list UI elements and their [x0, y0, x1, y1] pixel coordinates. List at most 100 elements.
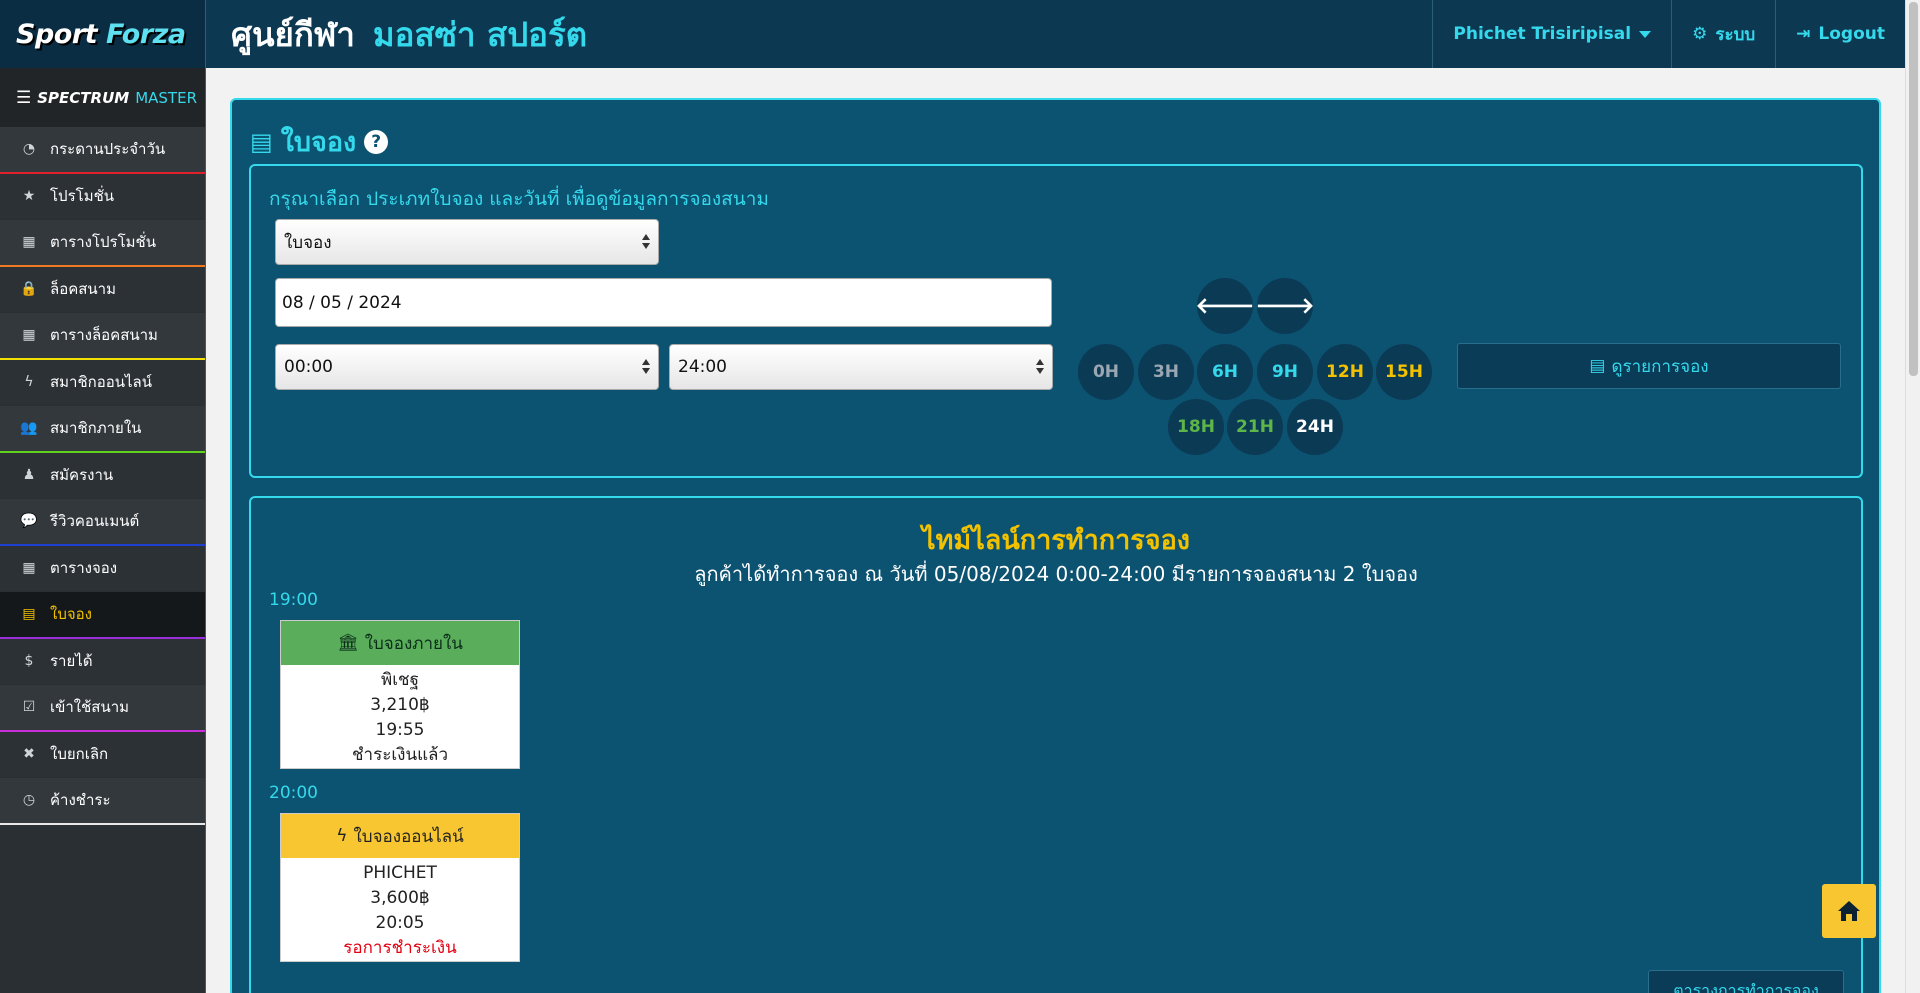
- booking-type-value: ใบจอง: [284, 232, 332, 253]
- caret-down-icon: [1639, 30, 1652, 38]
- hour-button-21h[interactable]: 21H: [1227, 399, 1283, 455]
- dollar-icon: $: [24, 653, 34, 670]
- page-scrollbar[interactable]: [1905, 0, 1920, 993]
- close-icon: ✖: [23, 746, 35, 763]
- booking-status: ชำระเงินแล้ว: [352, 745, 448, 765]
- sidebar-item[interactable]: $ รายได้: [0, 638, 205, 685]
- user-tie-icon: ♟: [22, 467, 36, 484]
- page-title: ▤ ใบจอง ?: [250, 120, 389, 163]
- user-menu-dropdown[interactable]: Phichet Trisiripisal: [1432, 0, 1671, 68]
- bank-icon: 🏛: [337, 633, 359, 653]
- sidebar-menu: ◔ กระดานประจำวัน ★ โปรโมชั่น ▦ ตารางโปรโมชั่น…: [0, 127, 205, 825]
- table-icon: ▦: [22, 327, 36, 344]
- table-icon: ▦: [22, 234, 36, 251]
- hour-button-6h[interactable]: 6H: [1197, 344, 1253, 400]
- sidebar-item[interactable]: 🔒 ล็อคสนาม: [0, 266, 205, 313]
- brand-logo[interactable]: Sport Forza: [0, 0, 206, 68]
- sidebar-item[interactable]: ☑ เข้าใช้สนาม: [0, 685, 205, 732]
- sidebar-item-label: สมัครงาน: [50, 466, 114, 485]
- booking-time: 19:55: [375, 720, 425, 740]
- bolt-icon: ϟ: [24, 374, 34, 391]
- user-name: Phichet Trisiripisal: [1453, 24, 1632, 44]
- users-icon: 👥: [20, 420, 38, 437]
- timeline-subtitle: ลูกค้าได้ทำการจอง ณ วันที่ 05/08/2024 0:…: [694, 562, 1418, 586]
- booking-customer: PHICHET: [363, 863, 437, 883]
- system-menu-button[interactable]: ⚙ ระบบ: [1671, 0, 1775, 68]
- sidebar: ☰ SPECTRUM MASTER ◔ กระดานประจำวัน ★ โปรโมช…: [0, 68, 206, 993]
- sidebar-item[interactable]: ▦ ตารางโปรโมชั่น: [0, 220, 205, 267]
- book-icon: ▤: [1589, 356, 1606, 376]
- booking-type-select[interactable]: ใบจอง: [275, 219, 659, 265]
- booking-amount: 3,600฿: [370, 888, 430, 908]
- timeline-time-label: 20:00: [269, 783, 318, 803]
- hour-button-18h[interactable]: 18H: [1168, 399, 1224, 455]
- start-time-value: 00:00: [284, 357, 333, 377]
- hour-button-9h[interactable]: 9H: [1257, 344, 1313, 400]
- booking-status: รอการชำระเงิน: [343, 938, 457, 958]
- hour-button-3h[interactable]: 3H: [1138, 344, 1194, 400]
- booking-card-header: ϟ ใบจองออนไลน์: [281, 814, 519, 858]
- sidebar-item-label: ล็อคสนาม: [50, 280, 116, 299]
- hour-button-12h[interactable]: 12H: [1317, 344, 1373, 400]
- booking-time: 20:05: [375, 913, 425, 933]
- start-time-select[interactable]: 00:00: [275, 344, 659, 390]
- sidebar-item[interactable]: ★ โปรโมชั่น: [0, 173, 205, 220]
- check-square-icon: ☑: [22, 699, 36, 716]
- sidebar-item-label: ใบจอง: [50, 605, 92, 624]
- select-arrows-icon: [642, 234, 650, 249]
- page-header-title: ศูนย์กีฬา มอสซ่า สปอร์ต: [231, 8, 587, 61]
- book-icon: ▤: [22, 606, 36, 623]
- booking-card[interactable]: 🏛 ใบจองภายใน พิเชฐ 3,210฿ 19:55 ชำระเงิน…: [280, 620, 520, 769]
- top-navbar: Sport Forza ศูนย์กีฬา มอสซ่า สปอร์ต Phic…: [0, 0, 1905, 68]
- filter-hint: กรุณาเลือก ประเภทใบจอง และวันที่ เพื่อดู…: [269, 188, 769, 210]
- book-icon: ▤: [250, 127, 273, 156]
- booking-schedule-button[interactable]: ตารางการทำการจอง: [1648, 970, 1844, 993]
- arrow-left-icon: 🡐: [1195, 294, 1255, 319]
- sidebar-item[interactable]: 💬 รีวิวคอนเมนต์: [0, 499, 205, 546]
- dashboard-icon: ◔: [22, 141, 36, 158]
- sidebar-item[interactable]: ◔ กระดานประจำวัน: [0, 127, 205, 174]
- sidebar-item-label: ตารางจอง: [50, 559, 118, 578]
- system-label: ระบบ: [1715, 24, 1756, 45]
- booking-card[interactable]: ϟ ใบจองออนไลน์ PHICHET 3,600฿ 20:05 รอกา…: [280, 813, 520, 962]
- sidebar-item-label: รีวิวคอนเมนต์: [50, 512, 140, 531]
- home-button[interactable]: [1822, 884, 1876, 938]
- sidebar-item-label: กระดานประจำวัน: [50, 140, 166, 159]
- next-day-button[interactable]: 🡒: [1256, 278, 1315, 334]
- help-icon[interactable]: ?: [364, 129, 389, 154]
- sidebar-item-label: เข้าใช้สนาม: [50, 698, 130, 717]
- sidebar-item-label: ตารางล็อคสนาม: [50, 326, 158, 345]
- sidebar-item[interactable]: ▦ ตารางล็อคสนาม: [0, 313, 205, 360]
- sidebar-item-label: สมาชิกภายใน: [50, 419, 142, 438]
- hour-button-24h[interactable]: 24H: [1287, 399, 1343, 455]
- hour-button-0h[interactable]: 0H: [1078, 344, 1134, 400]
- scrollbar-thumb[interactable]: [1909, 2, 1918, 376]
- sidebar-item-label: รายได้: [50, 652, 93, 671]
- sidebar-item[interactable]: ✖ ใบยกเลิก: [0, 731, 205, 778]
- page-title-text: ใบจอง: [280, 127, 357, 158]
- hamburger-icon: ☰: [16, 87, 32, 108]
- timeline-time-label: 19:00: [269, 590, 318, 610]
- booking-amount: 3,210฿: [370, 695, 430, 715]
- booking-schedule-label: ตารางการทำการจอง: [1673, 981, 1819, 993]
- view-bookings-button[interactable]: ▤ ดูรายการจอง: [1457, 343, 1841, 389]
- sidebar-head-b: MASTER: [135, 88, 197, 107]
- filter-panel: กรุณาเลือก ประเภทใบจอง และวันที่ เพื่อดู…: [249, 164, 1863, 478]
- sidebar-item-label: สมาชิกออนไลน์: [50, 373, 152, 392]
- sidebar-item[interactable]: ◷ ค้างชำระ: [0, 778, 205, 825]
- sidebar-toggle[interactable]: ☰ SPECTRUM MASTER: [0, 68, 205, 127]
- sidebar-item-label: ค้างชำระ: [50, 791, 111, 810]
- prev-day-button[interactable]: 🡐: [1195, 278, 1255, 334]
- end-time-value: 24:00: [678, 357, 727, 377]
- sidebar-item[interactable]: ▦ ตารางจอง: [0, 545, 205, 592]
- date-input[interactable]: 08 / 05 / 2024: [275, 278, 1052, 327]
- sidebar-item[interactable]: ♟ สมัครงาน: [0, 452, 205, 499]
- hour-button-15h[interactable]: 15H: [1376, 344, 1432, 400]
- select-arrows-icon: [1036, 359, 1044, 374]
- sidebar-item[interactable]: ▤ ใบจอง: [0, 592, 205, 639]
- sidebar-item[interactable]: 👥 สมาชิกภายใน: [0, 406, 205, 453]
- end-time-select[interactable]: 24:00: [669, 344, 1053, 390]
- logout-button[interactable]: ⇥ Logout: [1775, 0, 1905, 68]
- brand-text: Sport Forza: [16, 18, 186, 50]
- sidebar-item[interactable]: ϟ สมาชิกออนไลน์: [0, 359, 205, 406]
